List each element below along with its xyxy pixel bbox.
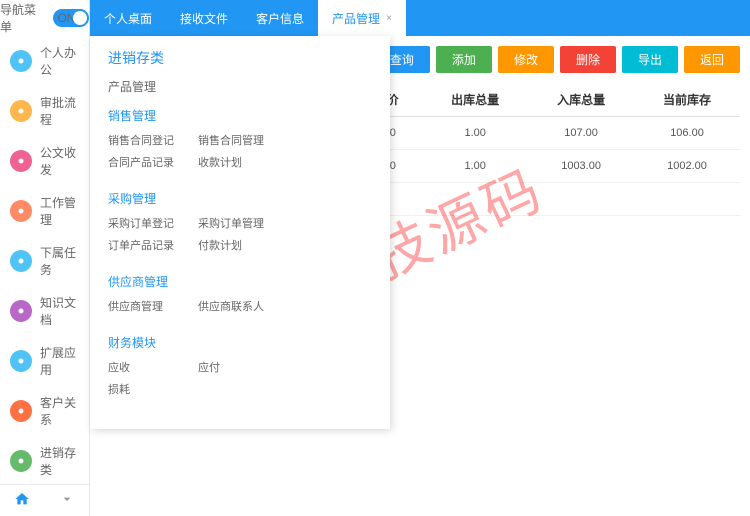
- sidebar-footer: [0, 484, 89, 516]
- sidebar-item-1[interactable]: 审批流程: [0, 86, 89, 136]
- sidebar-icon: [10, 450, 32, 472]
- sidebar-label: 知识文档: [40, 294, 79, 328]
- dropdown-link[interactable]: 付款计划: [198, 237, 288, 253]
- sidebar-item-7[interactable]: 客户关系: [0, 386, 89, 436]
- table-cell: 106.00: [634, 117, 740, 150]
- sidebar-label: 进销存类: [40, 444, 79, 478]
- table-cell: 107.00: [528, 117, 634, 150]
- dropdown-link[interactable]: 订单产品记录: [108, 237, 198, 253]
- sidebar-item-5[interactable]: 知识文档: [0, 286, 89, 336]
- sidebar: 个人办公审批流程公文收发工作管理下属任务知识文档扩展应用客户关系进销存类项目管理…: [0, 36, 90, 516]
- btn-添加[interactable]: 添加: [436, 46, 492, 73]
- dropdown-link[interactable]: 销售合同管理: [198, 132, 288, 148]
- dropdown-section-title: 供应商管理: [108, 273, 372, 290]
- dropdown-link[interactable]: 应付: [198, 359, 288, 375]
- sidebar-item-8[interactable]: 进销存类: [0, 436, 89, 484]
- tab-3[interactable]: 产品管理×: [318, 0, 406, 36]
- dropdown-section-title: 采购管理: [108, 190, 372, 207]
- nav-toggle[interactable]: 导航菜单 ON: [0, 0, 90, 36]
- sidebar-icon: [10, 50, 32, 72]
- nav-toggle-label: 导航菜单: [0, 1, 47, 35]
- btn-修改[interactable]: 修改: [498, 46, 554, 73]
- dropdown-link[interactable]: 应收: [108, 359, 198, 375]
- sidebar-icon: [10, 400, 32, 422]
- dropdown-section-title: 销售管理: [108, 107, 372, 124]
- dropdown-link[interactable]: 收款计划: [198, 154, 288, 170]
- table-header: 入库总量: [528, 83, 634, 117]
- tab-0[interactable]: 个人桌面: [90, 0, 166, 36]
- table-header: 当前库存: [634, 83, 740, 117]
- table-header: 出库总量: [422, 83, 528, 117]
- sidebar-icon: [10, 350, 32, 372]
- table-cell: 1.00: [422, 117, 528, 150]
- btn-删除[interactable]: 删除: [560, 46, 616, 73]
- sidebar-icon: [10, 300, 32, 322]
- top-bar: 导航菜单 ON 个人桌面接收文件客户信息产品管理×: [0, 0, 750, 36]
- sidebar-label: 下属任务: [40, 244, 79, 278]
- sidebar-label: 审批流程: [40, 94, 79, 128]
- dropdown-title: 进销存类: [108, 48, 372, 68]
- sidebar-icon: [10, 200, 32, 222]
- sidebar-item-6[interactable]: 扩展应用: [0, 336, 89, 386]
- dropdown-subtitle[interactable]: 产品管理: [108, 78, 372, 95]
- dropdown-link[interactable]: 采购订单管理: [198, 215, 288, 231]
- btn-导出[interactable]: 导出: [622, 46, 678, 73]
- sidebar-icon: [10, 150, 32, 172]
- table-cell: 1.00: [422, 150, 528, 183]
- tab-bar: 个人桌面接收文件客户信息产品管理×: [90, 0, 406, 36]
- sidebar-icon: [10, 100, 32, 122]
- table-cell: 1003.00: [528, 150, 634, 183]
- dropdown-section-title: 财务模块: [108, 334, 372, 351]
- sidebar-label: 个人办公: [40, 44, 79, 78]
- toggle-switch[interactable]: ON: [53, 9, 89, 27]
- sidebar-item-4[interactable]: 下属任务: [0, 236, 89, 286]
- tab-1[interactable]: 接收文件: [166, 0, 242, 36]
- sidebar-label: 工作管理: [40, 194, 79, 228]
- tab-close-icon[interactable]: ×: [386, 13, 392, 24]
- dropdown-link[interactable]: 采购订单登记: [108, 215, 198, 231]
- dropdown-link[interactable]: 供应商管理: [108, 298, 198, 314]
- table-cell: 1002.00: [634, 150, 740, 183]
- home-icon[interactable]: [14, 491, 30, 510]
- dropdown-link[interactable]: 销售合同登记: [108, 132, 198, 148]
- btn-返回[interactable]: 返回: [684, 46, 740, 73]
- mega-dropdown: 进销存类 产品管理 销售管理销售合同登记销售合同管理合同产品记录收款计划采购管理…: [90, 36, 390, 429]
- down-icon[interactable]: [59, 491, 75, 510]
- sidebar-label: 扩展应用: [40, 344, 79, 378]
- dropdown-link[interactable]: 损耗: [108, 381, 198, 397]
- dropdown-link[interactable]: 供应商联系人: [198, 298, 288, 314]
- sidebar-label: 客户关系: [40, 394, 79, 428]
- sidebar-item-2[interactable]: 公文收发: [0, 136, 89, 186]
- sidebar-icon: [10, 250, 32, 272]
- tab-2[interactable]: 客户信息: [242, 0, 318, 36]
- sidebar-item-3[interactable]: 工作管理: [0, 186, 89, 236]
- sidebar-label: 公文收发: [40, 144, 79, 178]
- dropdown-link[interactable]: 合同产品记录: [108, 154, 198, 170]
- sidebar-item-0[interactable]: 个人办公: [0, 36, 89, 86]
